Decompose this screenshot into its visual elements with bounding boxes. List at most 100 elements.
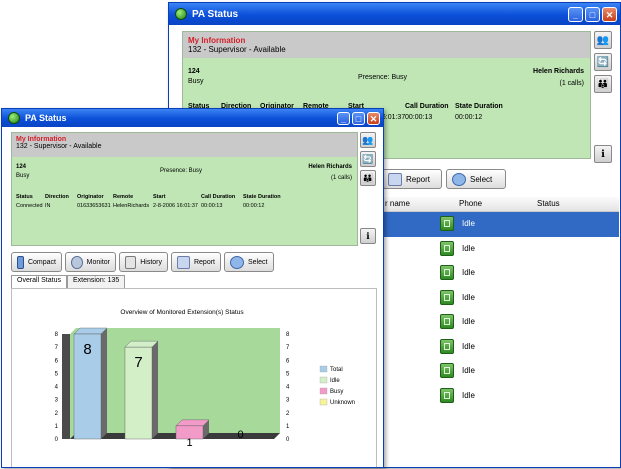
phone-icon xyxy=(440,314,454,329)
info-icon[interactable]: ℹ xyxy=(360,228,376,244)
select-button-label: Select xyxy=(470,174,493,184)
report-button[interactable]: Report xyxy=(171,252,221,272)
call-cell-originator: 01633653631 xyxy=(77,203,111,209)
legend-label: Idle xyxy=(330,378,340,384)
my-info-status: 132 - Supervisor - Available xyxy=(16,143,102,150)
grid-row[interactable]: Idle xyxy=(382,286,619,311)
close-button[interactable]: ✕ xyxy=(602,6,617,22)
refresh-icon[interactable]: 🔄 xyxy=(594,53,612,71)
row-status: Idle xyxy=(462,317,475,326)
report-button[interactable]: Report xyxy=(382,169,442,189)
y-tick-right: 5 xyxy=(286,371,290,377)
y-tick-right: 8 xyxy=(286,332,290,338)
phone-icon xyxy=(440,363,454,378)
front-window-body: My Information 132 - Supervisor - Availa… xyxy=(2,127,383,467)
grid-header-phone[interactable]: Phone xyxy=(459,199,482,208)
y-tick-left: 8 xyxy=(55,332,59,338)
my-info-status: 132 - Supervisor - Available xyxy=(188,45,286,54)
y-tick-right: 6 xyxy=(286,358,290,364)
call-cell-start: 2-8-2006 16:01:37 xyxy=(153,203,198,209)
monitor-icon xyxy=(71,255,83,269)
grid-row[interactable]: Idle xyxy=(382,359,619,384)
row-status: Idle xyxy=(462,390,475,400)
chart-legend: Total Idle Busy Unknown xyxy=(319,365,355,406)
row-status: Idle xyxy=(462,366,475,375)
call-cell-state-duration: 00:00:12 xyxy=(455,114,483,121)
front-my-information-panel: My Information 132 - Supervisor - Availa… xyxy=(11,132,358,246)
grid-row[interactable]: Idle xyxy=(382,261,619,286)
history-button[interactable]: History xyxy=(119,252,168,272)
call-cell-status: Connected xyxy=(16,203,43,209)
grid-header-status[interactable]: Status xyxy=(537,199,560,208)
monitor-button[interactable]: Monitor xyxy=(65,252,116,272)
y-tick-left: 1 xyxy=(55,424,59,430)
legend-label: Unknown xyxy=(330,400,355,406)
history-icon xyxy=(125,255,137,269)
monitor-users-icon[interactable]: 👥 xyxy=(594,31,612,49)
grid-row[interactable]: Idle xyxy=(382,310,619,335)
front-toolbar: Compact Monitor History Report Select xyxy=(11,252,274,272)
grid-row[interactable]: Idle xyxy=(382,384,619,409)
chart-title: Overview of Monitored Extension(s) Statu… xyxy=(120,309,244,316)
call-header-state-duration: State Duration xyxy=(243,194,281,200)
select-button[interactable]: Select xyxy=(224,252,274,272)
info-icon[interactable]: ℹ xyxy=(594,145,612,163)
phone-icon xyxy=(440,289,454,305)
bar-idle: 7 xyxy=(124,340,159,440)
y-tick-left: 6 xyxy=(55,358,59,364)
y-tick-right: 1 xyxy=(286,424,290,430)
y-tick-right: 7 xyxy=(286,345,290,351)
grid-row[interactable]: Idle xyxy=(382,237,619,262)
grid-row[interactable]: Idle xyxy=(382,335,619,360)
minimize-button[interactable]: _ xyxy=(568,6,583,22)
front-window-titlebar[interactable]: PA Status _ □ ✕ xyxy=(2,109,383,127)
call-cell-state-duration: 00:00:12 xyxy=(243,203,265,209)
front-side-icons: 👥 🔄 👪 xyxy=(360,132,376,186)
tab-extension-135[interactable]: Extension: 135 xyxy=(66,275,126,288)
y-tick-right: 4 xyxy=(286,385,290,391)
monitor-users-icon[interactable]: 👥 xyxy=(360,132,376,148)
bar-busy: 1 xyxy=(175,419,210,449)
select-button[interactable]: Select xyxy=(446,169,506,189)
maximize-button[interactable]: □ xyxy=(352,111,365,125)
front-window-title: PA Status xyxy=(25,113,67,123)
row-status: Idle xyxy=(462,292,475,302)
left-axis-wall xyxy=(62,334,70,439)
y-tick-left: 7 xyxy=(55,345,59,351)
back-toolbar: Report Select xyxy=(382,169,506,189)
call-count: (1 calls) xyxy=(559,80,584,87)
y-tick-left: 5 xyxy=(55,371,59,377)
row-status: Idle xyxy=(462,219,475,228)
row-status: Idle xyxy=(462,341,475,351)
status-tabs: Overall Status Extension: 135 xyxy=(11,275,126,288)
minimize-button[interactable]: _ xyxy=(337,111,350,125)
ext-number: 124 xyxy=(188,68,200,75)
bar-side xyxy=(152,341,159,439)
grid-header-name[interactable]: r name xyxy=(385,199,410,208)
group-icon[interactable]: 👪 xyxy=(360,170,376,186)
select-icon xyxy=(230,255,244,269)
close-button[interactable]: ✕ xyxy=(367,111,380,125)
call-header-call-duration: Call Duration xyxy=(405,103,449,110)
my-info-label: My Information xyxy=(16,136,67,143)
bar-unknown: 0 xyxy=(237,429,243,441)
legend-swatch xyxy=(319,376,328,384)
y-tick-left: 4 xyxy=(55,385,59,391)
compact-button[interactable]: Compact xyxy=(11,252,62,272)
grid-row[interactable]: Idle xyxy=(382,212,619,237)
group-icon[interactable]: 👪 xyxy=(594,75,612,93)
monitor-button-label: Monitor xyxy=(86,258,110,266)
call-header-remote: Remote xyxy=(113,194,134,200)
maximize-button[interactable]: □ xyxy=(585,6,600,22)
call-count: (1 calls) xyxy=(330,175,352,181)
call-cell-direction: IN xyxy=(45,203,51,209)
refresh-icon[interactable]: 🔄 xyxy=(360,151,376,167)
legend-swatch xyxy=(319,365,328,373)
call-header-start: Start xyxy=(153,194,166,200)
back-window-titlebar[interactable]: PA Status _ □ ✕ xyxy=(169,3,620,25)
tab-overall-status[interactable]: Overall Status xyxy=(11,275,67,288)
status-chart-panel: Overview of Monitored Extension(s) Statu… xyxy=(11,288,377,467)
back-side-icons-bottom: ℹ xyxy=(594,145,612,163)
presence-text: Presence: Busy xyxy=(358,74,408,81)
app-icon xyxy=(175,8,187,20)
